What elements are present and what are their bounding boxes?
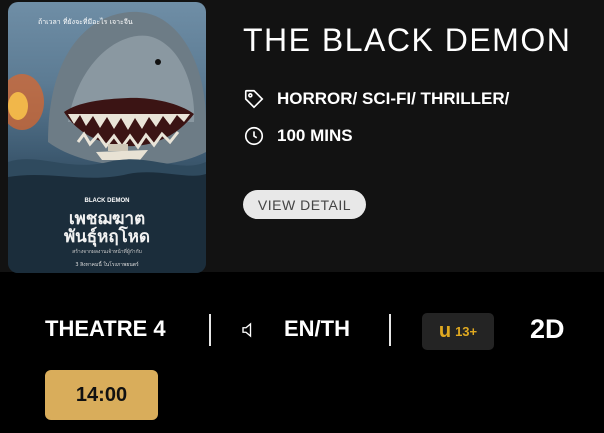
clock-icon <box>243 125 265 147</box>
showtime-button[interactable]: 14:00 <box>45 370 158 420</box>
speaker-icon <box>240 321 258 339</box>
duration-row: 100 MINS <box>243 125 353 147</box>
view-detail-button[interactable]: VIEW DETAIL <box>243 190 366 219</box>
poster-credits: สร้างจากผลงานเจ้าหน้าที่ผู้กำกับ <box>72 248 142 255</box>
movie-poster[interactable]: ถ้าเวลา ที่ยังจะที่มีอะไร เจาะจีน BLACK … <box>8 2 206 273</box>
theatre-label: THEATRE 4 <box>45 316 166 341</box>
format-label: 2D <box>530 314 565 344</box>
rating-age: 13+ <box>455 324 478 339</box>
movie-card: ถ้าเวลา ที่ยังจะที่มีอะไร เจาะจีน BLACK … <box>0 0 604 273</box>
poster-tagline: ถ้าเวลา ที่ยังจะที่มีอะไร เจาะจีน <box>38 17 133 26</box>
movie-title: THE BLACK DEMON <box>243 22 572 58</box>
divider <box>389 314 391 346</box>
poster-logo-th-2: พันธุ์หฤโหด <box>64 226 150 247</box>
poster-logo-th-1: เพชฌฆาต <box>69 209 145 229</box>
age-rating-badge: u 13+ <box>422 313 494 350</box>
poster-artwork: ถ้าเวลา ที่ยังจะที่มีอะไร เจาะจีน BLACK … <box>8 11 206 273</box>
duration-text: 100 MINS <box>277 126 353 145</box>
poster-logo-en: BLACK DEMON <box>85 198 130 204</box>
rating-letter: u <box>438 320 452 342</box>
divider <box>209 314 211 346</box>
language-label: EN/TH <box>284 316 350 341</box>
genre-text: HORROR/ SCI-FI/ THRILLER/ <box>277 89 510 108</box>
genre-row: HORROR/ SCI-FI/ THRILLER/ <box>243 88 509 110</box>
tag-icon <box>243 88 265 110</box>
